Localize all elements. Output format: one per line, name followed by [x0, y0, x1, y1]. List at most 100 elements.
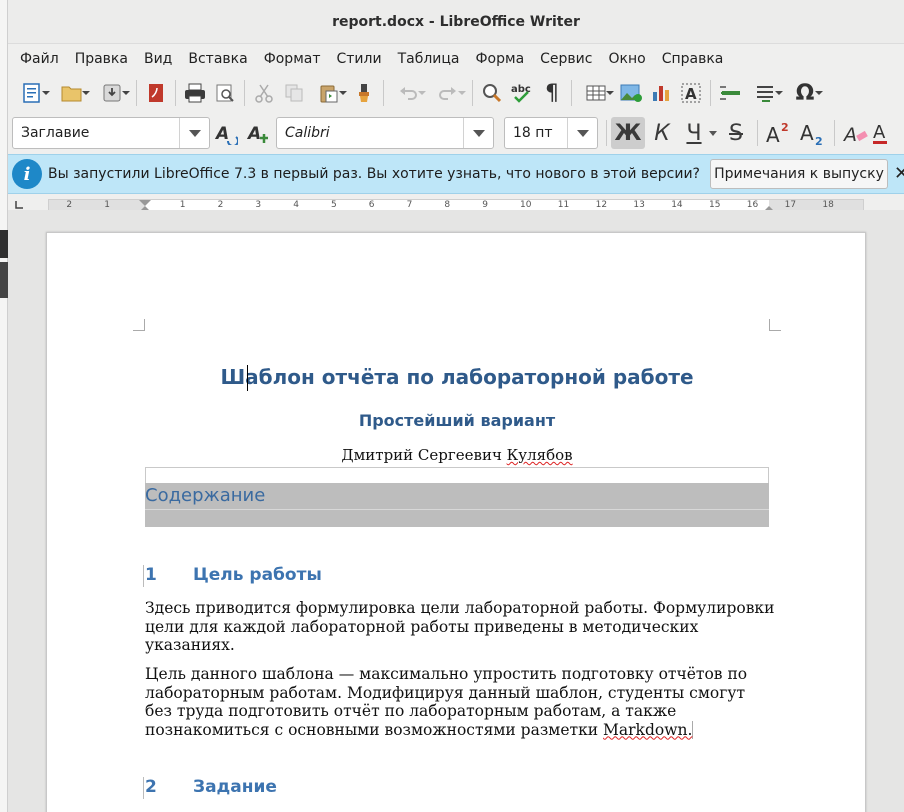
- section-heading-1[interactable]: 1 Цель работы: [143, 565, 322, 587]
- print-preview-button[interactable]: [210, 78, 240, 108]
- strikethrough-button[interactable]: S: [719, 117, 753, 149]
- font-name-combo[interactable]: Calibri: [276, 117, 494, 149]
- menu-form[interactable]: Форма: [468, 51, 533, 67]
- paragraph-style-value: Заглавие: [21, 125, 90, 141]
- document-title[interactable]: Шаблон отчёта по лабораторной работе: [47, 365, 867, 389]
- redo-icon: [439, 87, 456, 100]
- ruler-label: 2: [217, 200, 224, 210]
- standard-toolbar: abc ¶ A Ω: [8, 74, 904, 112]
- document-author[interactable]: Дмитрий Сергеевич Кулябов: [47, 446, 867, 464]
- clone-formatting-icon: [359, 84, 369, 102]
- menu-window[interactable]: Окно: [600, 51, 653, 67]
- open-button[interactable]: [52, 78, 92, 108]
- font-color-button[interactable]: A: [873, 117, 889, 149]
- save-button[interactable]: [92, 78, 132, 108]
- menu-insert[interactable]: Вставка: [180, 51, 255, 67]
- italic-button[interactable]: К: [645, 117, 679, 149]
- formatting-marks-button[interactable]: ¶: [537, 78, 567, 108]
- subscript-button[interactable]: A2: [796, 117, 830, 149]
- superscript-button[interactable]: A2: [762, 117, 796, 149]
- svg-text:2: 2: [815, 135, 823, 146]
- close-icon[interactable]: ✕: [894, 163, 904, 184]
- font-name-value: Calibri: [285, 125, 330, 141]
- menu-format[interactable]: Формат: [256, 51, 329, 67]
- svg-text:A: A: [800, 121, 814, 145]
- cut-icon: [255, 84, 273, 103]
- paste-button[interactable]: [309, 78, 349, 108]
- paragraph-style-dropdown[interactable]: [179, 118, 209, 148]
- ruler-label: 18: [822, 200, 834, 210]
- paragraph-style-combo[interactable]: Заглавие: [12, 117, 210, 149]
- export-pdf-button[interactable]: [141, 78, 171, 108]
- update-style-button[interactable]: A: [210, 117, 242, 149]
- menu-edit[interactable]: Правка: [67, 51, 136, 67]
- page-margin-corner: [769, 319, 781, 331]
- find-replace-icon: [483, 84, 502, 103]
- page-margin-corner: [133, 319, 145, 331]
- document-page[interactable]: Шаблон отчёта по лабораторной работе Про…: [46, 232, 866, 812]
- font-name-dropdown[interactable]: [463, 118, 493, 148]
- insert-table-icon: [586, 85, 606, 101]
- chevron-down-icon: [472, 129, 485, 137]
- special-character-button[interactable]: Ω: [785, 78, 825, 108]
- clear-formatting-button[interactable]: A: [839, 117, 873, 149]
- cut-button[interactable]: [249, 78, 279, 108]
- font-color-icon: A: [873, 122, 887, 144]
- svg-text:2: 2: [781, 121, 789, 134]
- section-title: Задание: [193, 777, 277, 797]
- info-icon: i: [12, 159, 42, 189]
- document-subtitle[interactable]: Простейший вариант: [47, 411, 867, 430]
- svg-text:A: A: [685, 85, 697, 103]
- menu-styles[interactable]: Стили: [329, 51, 390, 67]
- font-size-combo[interactable]: 18 пт: [504, 117, 598, 149]
- export-pdf-icon: [149, 84, 163, 102]
- copy-button[interactable]: [279, 78, 309, 108]
- underline-dropdown[interactable]: [709, 117, 719, 149]
- window-title: report.docx - LibreOffice Writer: [332, 13, 580, 30]
- font-size-dropdown[interactable]: [567, 118, 597, 148]
- new-style-button[interactable]: A: [242, 117, 274, 149]
- spellcheck-button[interactable]: abc: [507, 78, 537, 108]
- ruler-label: 3: [255, 200, 262, 210]
- paragraph-goal-1[interactable]: Здесь приводится формулировка цели лабор…: [145, 599, 775, 655]
- menu-help[interactable]: Справка: [654, 51, 732, 67]
- table-of-contents[interactable]: Содержание: [145, 483, 769, 527]
- section-number: 2: [145, 777, 157, 797]
- insert-field-icon: [720, 86, 740, 100]
- new-document-button[interactable]: [12, 78, 52, 108]
- underline-button[interactable]: Ч: [679, 117, 709, 149]
- copy-icon: [285, 84, 303, 102]
- clone-formatting-button[interactable]: [349, 78, 379, 108]
- new-style-icon: A: [246, 124, 268, 144]
- insert-image-button[interactable]: [616, 78, 646, 108]
- insert-textbox-button[interactable]: A: [676, 78, 706, 108]
- insert-chart-button[interactable]: [646, 78, 676, 108]
- menu-tools[interactable]: Сервис: [532, 51, 600, 67]
- redo-button[interactable]: [428, 78, 468, 108]
- release-notes-button[interactable]: Примечания к выпуску: [710, 159, 888, 189]
- document-workspace: Шаблон отчёта по лабораторной работе Про…: [8, 210, 904, 812]
- toc-heading: Содержание: [145, 485, 266, 506]
- ruler-label: 17: [784, 200, 797, 210]
- paragraph-goal-2[interactable]: Цель данного шаблона — максимально упрос…: [145, 665, 775, 739]
- undo-button[interactable]: [388, 78, 428, 108]
- insert-image-icon: [620, 84, 642, 102]
- menu-file[interactable]: Файл: [12, 51, 67, 67]
- title-bar[interactable]: report.docx - LibreOffice Writer: [8, 0, 904, 44]
- author-name: Дмитрий Сергеевич: [341, 446, 507, 464]
- ruler-label: 8: [444, 200, 451, 210]
- menu-view[interactable]: Вид: [136, 51, 180, 67]
- open-icon: [61, 86, 82, 102]
- ruler-label: 6: [368, 200, 375, 210]
- menu-table[interactable]: Таблица: [390, 51, 468, 67]
- section-heading-2[interactable]: 2 Задание: [143, 777, 277, 799]
- find-replace-button[interactable]: [477, 78, 507, 108]
- bold-button[interactable]: Ж: [611, 117, 645, 149]
- insert-table-button[interactable]: [576, 78, 616, 108]
- markdown-link[interactable]: Markdown.: [603, 720, 694, 739]
- print-button[interactable]: [180, 78, 210, 108]
- section-number: 1: [145, 565, 157, 585]
- insert-field-button[interactable]: [715, 78, 745, 108]
- paste-icon: [320, 85, 338, 103]
- insert-list-button[interactable]: [745, 78, 785, 108]
